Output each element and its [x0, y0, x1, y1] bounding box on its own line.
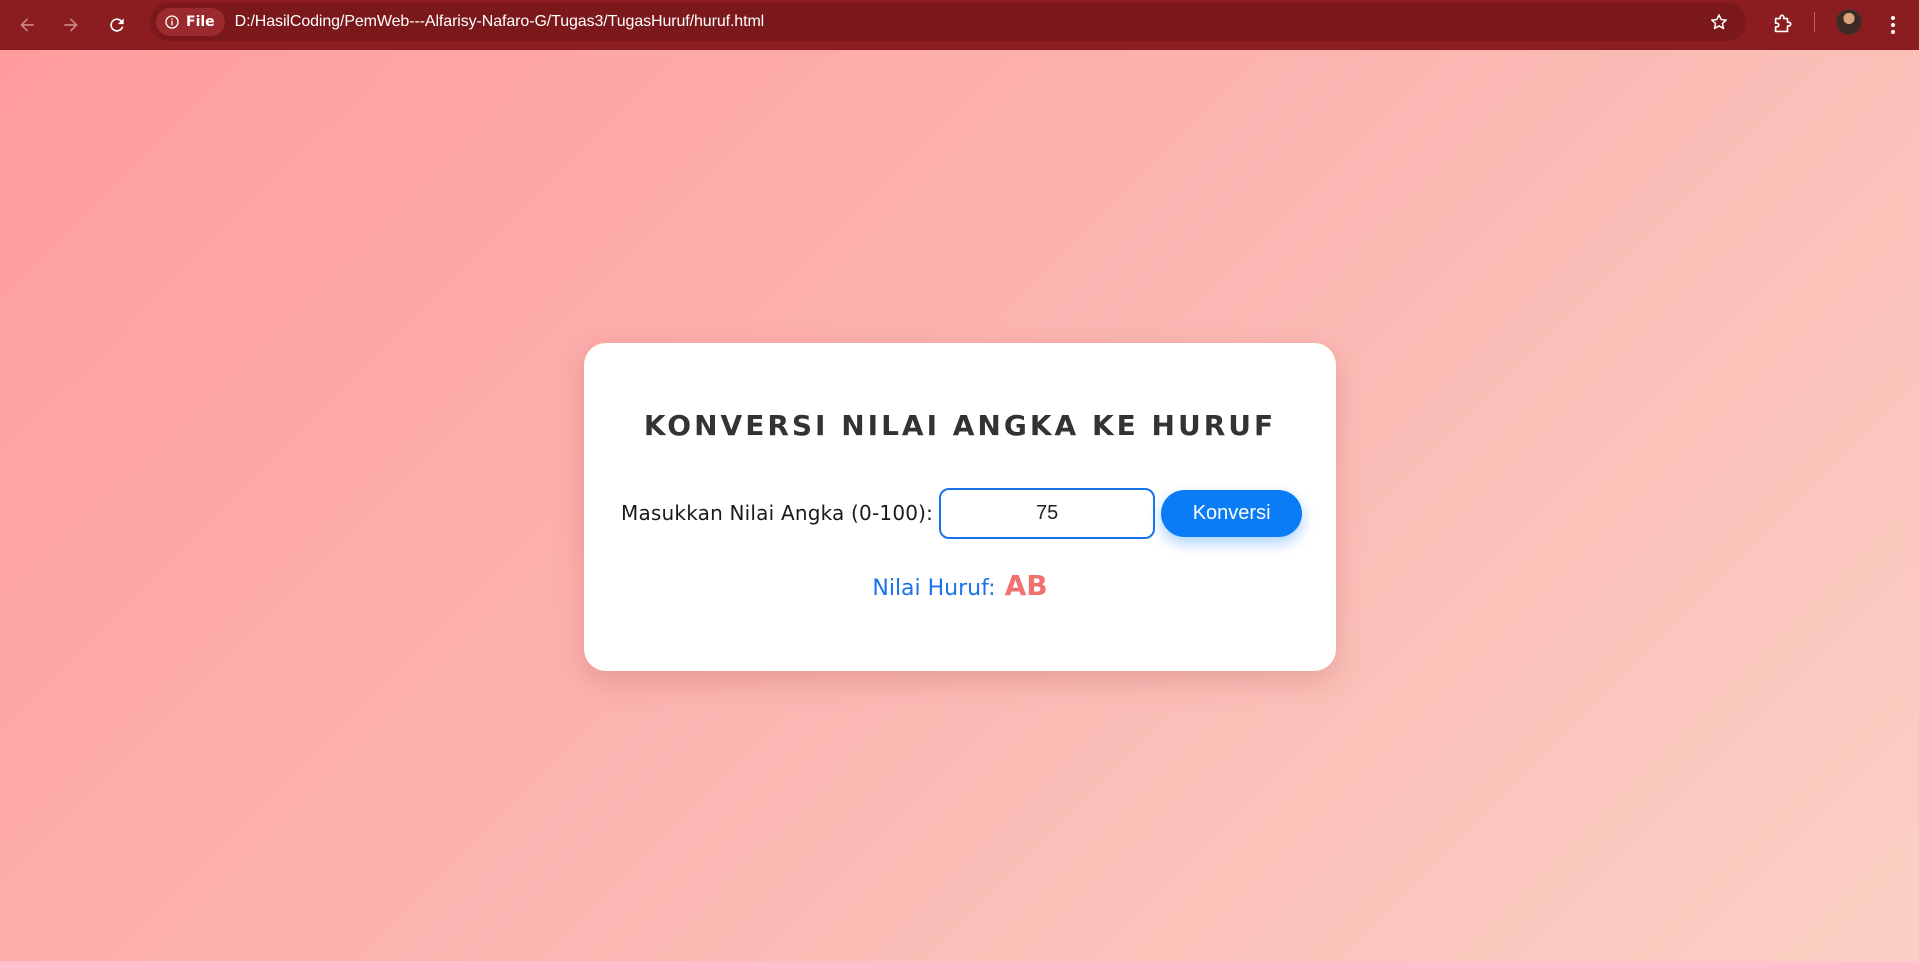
- result-value: AB: [1004, 569, 1048, 602]
- convert-button[interactable]: Konversi: [1161, 489, 1303, 537]
- back-arrow-icon: [20, 18, 34, 32]
- reload-button[interactable]: [98, 6, 136, 44]
- info-icon: [165, 15, 179, 29]
- result-label: Nilai Huruf:: [872, 576, 996, 601]
- star-icon: [1711, 14, 1727, 30]
- browser-toolbar: File D:/HasilCoding/PemWeb---Alfarisy-Na…: [0, 0, 1919, 50]
- reload-icon: [110, 18, 124, 32]
- input-row: Masukkan Nilai Angka (0-100): Konversi: [621, 487, 1303, 539]
- extensions-button[interactable]: [1763, 6, 1801, 44]
- converter-card: KONVERSI NILAI ANGKA KE HURUF Masukkan N…: [584, 343, 1336, 671]
- score-input[interactable]: [939, 487, 1156, 539]
- more-menu-button[interactable]: [1878, 6, 1908, 44]
- url-text[interactable]: D:/HasilCoding/PemWeb---Alfarisy-Nafaro-…: [235, 13, 765, 31]
- site-chip-label: File: [186, 14, 215, 30]
- back-button[interactable]: [8, 6, 46, 44]
- page-background: KONVERSI NILAI ANGKA KE HURUF Masukkan N…: [0, 50, 1919, 961]
- avatar[interactable]: [1836, 9, 1862, 35]
- result-line: Nilai Huruf: AB: [584, 569, 1336, 602]
- extensions-icon: [1774, 14, 1792, 33]
- more-vert-icon: [1891, 16, 1895, 34]
- forward-button[interactable]: [52, 6, 90, 44]
- toolbar-divider: [1814, 12, 1815, 32]
- address-bar[interactable]: File D:/HasilCoding/PemWeb---Alfarisy-Na…: [150, 3, 1746, 41]
- score-input-label: Masukkan Nilai Angka (0-100):: [621, 501, 934, 525]
- forward-arrow-icon: [64, 18, 78, 32]
- page-title: KONVERSI NILAI ANGKA KE HURUF: [643, 409, 1277, 442]
- site-info-chip[interactable]: File: [156, 8, 225, 36]
- bookmark-button[interactable]: [1704, 7, 1734, 37]
